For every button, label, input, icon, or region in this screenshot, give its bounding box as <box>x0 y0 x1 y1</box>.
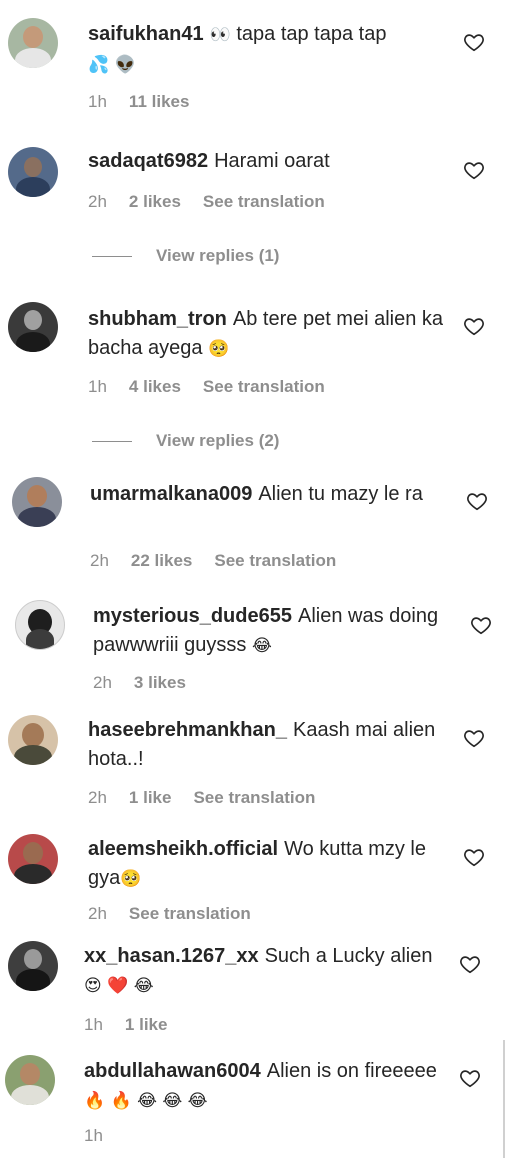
comment-meta: 2h 1 like See translation <box>88 788 315 808</box>
comment-text: aleemsheikh.official Wo kutta mzy le gya🥺 <box>88 835 438 894</box>
comment-likes[interactable]: 2 likes <box>129 192 181 211</box>
comment-username[interactable]: shubham_tron <box>88 308 227 330</box>
comment-emoji: 🥺 <box>120 869 142 889</box>
heart-outline-icon[interactable] <box>463 159 485 181</box>
avatar[interactable] <box>8 941 58 991</box>
comment-meta: 1h 4 likes See translation <box>88 377 325 397</box>
comment-body: Alien tu mazy le ra <box>258 483 423 505</box>
comment-meta: 1h <box>84 1126 125 1146</box>
see-translation-link[interactable]: See translation <box>214 551 336 570</box>
comment-emoji: 😍 ❤️ 😂 <box>84 976 154 996</box>
view-replies-label: View replies (1) <box>156 246 280 265</box>
comment-time: 2h <box>93 673 112 688</box>
comment-text: mysterious_dude655 Alien was doing pawwwr… <box>93 602 443 661</box>
comment-body: Harami oarat <box>214 150 330 172</box>
heart-outline-icon[interactable] <box>459 1067 481 1089</box>
view-replies-button[interactable]: View replies (2) <box>92 431 279 451</box>
comment-emoji: 💦 👽 <box>88 55 136 75</box>
comment-meta: 1h 1 like <box>84 1015 189 1035</box>
heart-outline-icon[interactable] <box>459 953 481 975</box>
comments-list: saifukhan41 👀 tapa tap tapa tap 💦 👽 1h 11 l… <box>0 0 506 1166</box>
view-replies-button[interactable]: View replies (1) <box>92 246 279 266</box>
comment-text: abdullahawan6004 Alien is on fireeeee 🔥 🔥 … <box>84 1057 444 1116</box>
comment-emoji: 😂 <box>251 636 272 656</box>
comment-item: mysterious_dude655 Alien was doing pawwwr… <box>0 590 506 688</box>
comment-meta: 2h 2 likes See translation <box>88 192 325 212</box>
comment-likes[interactable]: 1 like <box>129 788 172 807</box>
comment-text: umarmalkana009 Alien tu mazy le ra <box>90 480 440 509</box>
comment-body: Alien is on fireeeee <box>266 1060 437 1082</box>
avatar[interactable] <box>5 1055 55 1105</box>
comment-text: sadaqat6982 Harami oarat <box>88 147 438 176</box>
avatar[interactable] <box>12 477 62 527</box>
comment-text: xx_hasan.1267_xx Such a Lucky alien 😍 ❤️ 😂 <box>84 942 444 1001</box>
comment-meta: 2h 22 likes See translation <box>90 551 336 571</box>
comment-username[interactable]: abdullahawan6004 <box>84 1060 261 1082</box>
comment-time: 2h <box>90 551 109 570</box>
scrollbar[interactable] <box>503 1040 505 1158</box>
comment-text: shubham_tron Ab tere pet mei alien ka bac… <box>88 305 448 364</box>
comment-emoji: 🔥 🔥 😂 😂 😂 <box>84 1091 208 1111</box>
comment-username[interactable]: aleemsheikh.official <box>88 838 278 860</box>
comment-username[interactable]: saifukhan41 <box>88 23 204 45</box>
avatar[interactable] <box>8 834 58 884</box>
avatar[interactable] <box>8 147 58 197</box>
comment-meta: 2h 3 likes <box>93 673 208 688</box>
comment-body: tapa tap tapa tap <box>236 23 387 45</box>
comment-time: 1h <box>84 1126 103 1145</box>
avatar[interactable] <box>8 715 58 765</box>
heart-outline-icon[interactable] <box>463 31 485 53</box>
heart-outline-icon[interactable] <box>463 846 485 868</box>
avatar[interactable] <box>8 18 58 68</box>
comment-meta: 1h 11 likes <box>88 92 211 112</box>
comment-time: 2h <box>88 788 107 807</box>
comment-time: 1h <box>88 92 107 111</box>
comment-time: 2h <box>88 192 107 211</box>
comment-emoji: 👀 <box>209 25 231 45</box>
comment-text: haseebrehmankhan_ Kaash mai alien hota..! <box>88 716 438 774</box>
comment-username[interactable]: umarmalkana009 <box>90 483 252 505</box>
comment-time: 1h <box>84 1015 103 1034</box>
see-translation-link[interactable]: See translation <box>193 788 315 807</box>
view-replies-label: View replies (2) <box>156 431 280 450</box>
comment-likes[interactable]: 11 likes <box>129 92 190 111</box>
comment-username[interactable]: haseebrehmankhan_ <box>88 719 287 741</box>
comment-text: saifukhan41 👀 tapa tap tapa tap 💦 👽 <box>88 20 438 80</box>
see-translation-link[interactable]: See translation <box>203 192 325 211</box>
see-translation-link[interactable]: See translation <box>203 377 325 396</box>
comment-body: Such a Lucky alien <box>264 945 433 967</box>
comment-likes[interactable]: 22 likes <box>131 551 192 570</box>
comment-time: 1h <box>88 377 107 396</box>
heart-outline-icon[interactable] <box>463 727 485 749</box>
comment-emoji: 🥺 <box>208 339 230 359</box>
comment-likes[interactable]: 3 likes <box>134 673 186 688</box>
avatar[interactable] <box>15 600 65 650</box>
comment-username[interactable]: mysterious_dude655 <box>93 605 292 627</box>
heart-outline-icon[interactable] <box>466 490 488 512</box>
comment-time: 2h <box>88 904 107 923</box>
comment-likes[interactable]: 4 likes <box>129 377 181 396</box>
comment-username[interactable]: sadaqat6982 <box>88 150 208 172</box>
comment-likes[interactable]: 1 like <box>125 1015 168 1034</box>
comment-meta: 2h See translation <box>88 904 251 924</box>
avatar[interactable] <box>8 302 58 352</box>
see-translation-link[interactable]: See translation <box>129 904 251 923</box>
comment-username[interactable]: xx_hasan.1267_xx <box>84 945 259 967</box>
heart-outline-icon[interactable] <box>470 614 492 636</box>
heart-outline-icon[interactable] <box>463 315 485 337</box>
